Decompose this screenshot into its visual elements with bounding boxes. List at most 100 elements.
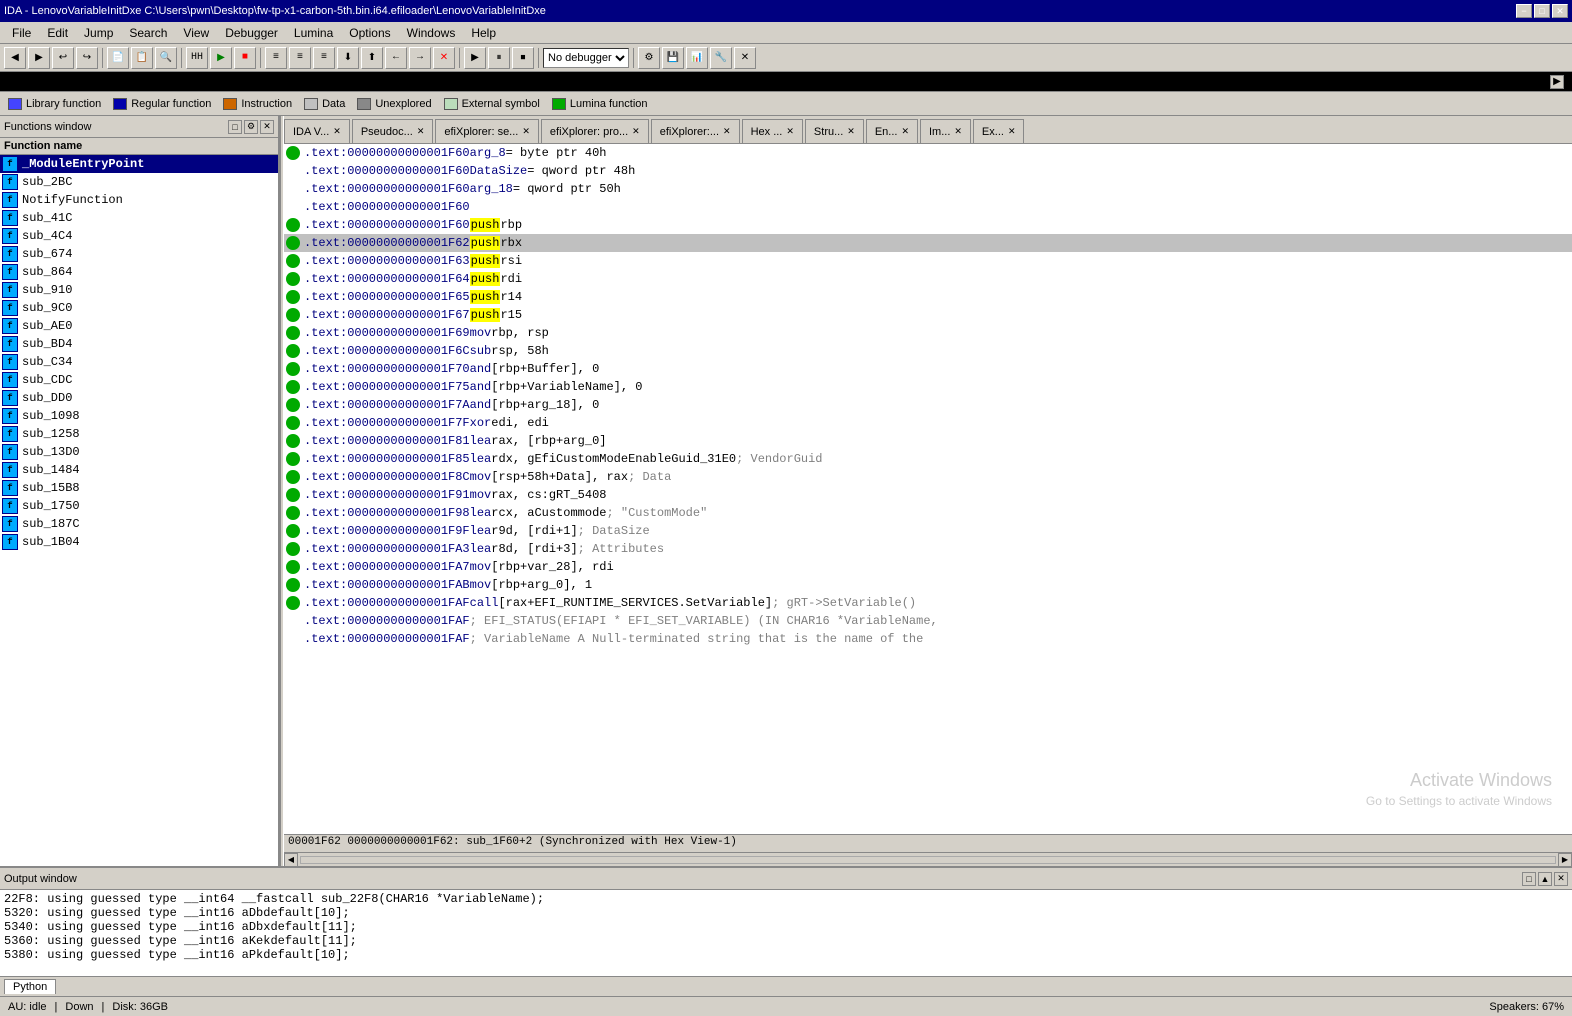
menu-item-edit[interactable]: Edit bbox=[39, 24, 76, 42]
func-item-sub_4c4[interactable]: fsub_4C4 bbox=[0, 227, 278, 245]
toolbar-button-1[interactable]: ◀ bbox=[4, 47, 26, 69]
func-item-sub_15b8[interactable]: fsub_15B8 bbox=[0, 479, 278, 497]
code-view[interactable]: .text:00000000000001F60 arg_8 = byte ptr… bbox=[284, 144, 1572, 834]
functions-list[interactable]: f_ModuleEntryPointfsub_2BCfNotifyFunctio… bbox=[0, 155, 278, 866]
toolbar-button-stop[interactable]: ■ bbox=[234, 47, 256, 69]
toolbar-button-d4[interactable]: 🔧 bbox=[710, 47, 732, 69]
menu-item-search[interactable]: Search bbox=[121, 24, 175, 42]
functions-settings-button[interactable]: ⚙ bbox=[244, 120, 258, 134]
toolbar-button-5[interactable]: 📄 bbox=[107, 47, 129, 69]
tab-0[interactable]: IDA V...✕ bbox=[284, 119, 350, 143]
menu-item-windows[interactable]: Windows bbox=[399, 24, 464, 42]
tab-close-1[interactable]: ✕ bbox=[417, 126, 425, 137]
tab-7[interactable]: En...✕ bbox=[866, 119, 918, 143]
func-item-notifyfunction[interactable]: fNotifyFunction bbox=[0, 191, 278, 209]
menu-item-file[interactable]: File bbox=[4, 24, 39, 42]
toolbar-button-7[interactable]: 🔍 bbox=[155, 47, 177, 69]
tab-close-4[interactable]: ✕ bbox=[723, 126, 731, 137]
func-item-sub_bd4[interactable]: fsub_BD4 bbox=[0, 335, 278, 353]
functions-pin-button[interactable]: □ bbox=[228, 120, 242, 134]
output-close-button[interactable]: ✕ bbox=[1554, 872, 1568, 886]
toolbar-button-d3[interactable]: 📊 bbox=[686, 47, 708, 69]
func-icon: f bbox=[2, 264, 18, 280]
tab-2[interactable]: efiXplorer: se...✕ bbox=[435, 119, 539, 143]
toolbar-button-s3[interactable]: ≡ bbox=[313, 47, 335, 69]
toolbar-button-6[interactable]: 📋 bbox=[131, 47, 153, 69]
func-item-sub_9c0[interactable]: fsub_9C0 bbox=[0, 299, 278, 317]
func-item-sub_910[interactable]: fsub_910 bbox=[0, 281, 278, 299]
toolbar-button-d1[interactable]: ⚙ bbox=[638, 47, 660, 69]
toolbar-button-hex[interactable]: HH bbox=[186, 47, 208, 69]
toolbar-button-run[interactable]: ▶ bbox=[210, 47, 232, 69]
func-item-sub_1484[interactable]: fsub_1484 bbox=[0, 461, 278, 479]
func-item-sub_c34[interactable]: fsub_C34 bbox=[0, 353, 278, 371]
tab-3[interactable]: efiXplorer: pro...✕ bbox=[541, 119, 649, 143]
toolbar-button-s1[interactable]: ≡ bbox=[265, 47, 287, 69]
tab-1[interactable]: Pseudoc...✕ bbox=[352, 119, 434, 143]
output-content[interactable]: 22F8: using guessed type __int64 __fastc… bbox=[0, 890, 1572, 976]
toolbar-button-arrow-l[interactable]: ← bbox=[385, 47, 407, 69]
func-item-sub_13d0[interactable]: fsub_13D0 bbox=[0, 443, 278, 461]
func-item-sub_1b04[interactable]: fsub_1B04 bbox=[0, 533, 278, 551]
tab-close-7[interactable]: ✕ bbox=[901, 126, 909, 137]
tab-close-9[interactable]: ✕ bbox=[1008, 126, 1016, 137]
menu-item-help[interactable]: Help bbox=[463, 24, 504, 42]
func-item-sub_1258[interactable]: fsub_1258 bbox=[0, 425, 278, 443]
nav-scroll-btn[interactable]: ▶ bbox=[1550, 75, 1564, 89]
func-item-sub_864[interactable]: fsub_864 bbox=[0, 263, 278, 281]
tab-6[interactable]: Stru...✕ bbox=[805, 119, 864, 143]
maximize-button[interactable]: □ bbox=[1534, 4, 1550, 18]
tab-close-6[interactable]: ✕ bbox=[847, 126, 855, 137]
close-button[interactable]: ✕ bbox=[1552, 4, 1568, 18]
func-item-sub_1098[interactable]: fsub_1098 bbox=[0, 407, 278, 425]
tab-5[interactable]: Hex ...✕ bbox=[742, 119, 803, 143]
tab-close-0[interactable]: ✕ bbox=[333, 126, 341, 137]
menu-item-options[interactable]: Options bbox=[341, 24, 398, 42]
toolbar-button-4[interactable]: ↪ bbox=[76, 47, 98, 69]
toolbar-button-arrow-r[interactable]: → bbox=[409, 47, 431, 69]
output-restore-button[interactable]: □ bbox=[1522, 872, 1536, 886]
code-line: .text:00000000000001F85 lea rdx, gEfiCus… bbox=[284, 450, 1572, 468]
func-item-sub_41c[interactable]: fsub_41C bbox=[0, 209, 278, 227]
toolbar-button-d5[interactable]: ✕ bbox=[734, 47, 756, 69]
tab-4[interactable]: efiXplorer:...✕ bbox=[651, 119, 740, 143]
menu-item-view[interactable]: View bbox=[175, 24, 217, 42]
func-item-sub_2bc[interactable]: fsub_2BC bbox=[0, 173, 278, 191]
toolbar-button-d2[interactable]: 💾 bbox=[662, 47, 684, 69]
toolbar-button-2[interactable]: ▶ bbox=[28, 47, 50, 69]
func-item-_moduleentrypoint[interactable]: f_ModuleEntryPoint bbox=[0, 155, 278, 173]
func-item-sub_674[interactable]: fsub_674 bbox=[0, 245, 278, 263]
toolbar-button-s2[interactable]: ≡ bbox=[289, 47, 311, 69]
tab-close-8[interactable]: ✕ bbox=[954, 126, 962, 137]
func-item-sub_cdc[interactable]: fsub_CDC bbox=[0, 371, 278, 389]
hscroll-track[interactable] bbox=[300, 856, 1556, 864]
hscroll-left[interactable]: ◀ bbox=[284, 853, 298, 867]
tab-close-3[interactable]: ✕ bbox=[632, 126, 640, 137]
output-maximize-button[interactable]: ▲ bbox=[1538, 872, 1552, 886]
minimize-button[interactable]: − bbox=[1516, 4, 1532, 18]
toolbar-button-debug1[interactable]: ▶ bbox=[464, 47, 486, 69]
tab-8[interactable]: Im...✕ bbox=[920, 119, 971, 143]
func-item-sub_dd0[interactable]: fsub_DD0 bbox=[0, 389, 278, 407]
toolbar-button-debug3[interactable]: ⏹ bbox=[512, 47, 534, 69]
menu-item-debugger[interactable]: Debugger bbox=[217, 24, 286, 42]
debugger-dropdown[interactable]: No debugger bbox=[543, 48, 629, 68]
code-line: .text:00000000000001F67 push r15 bbox=[284, 306, 1572, 324]
functions-close-button[interactable]: ✕ bbox=[260, 120, 274, 134]
toolbar-button-3[interactable]: ↩ bbox=[52, 47, 74, 69]
tab-9[interactable]: Ex...✕ bbox=[973, 119, 1025, 143]
toolbar-button-x[interactable]: ✕ bbox=[433, 47, 455, 69]
func-item-sub_187c[interactable]: fsub_187C bbox=[0, 515, 278, 533]
menu-item-jump[interactable]: Jump bbox=[76, 24, 121, 42]
toolbar-button-s5[interactable]: ⬆ bbox=[361, 47, 383, 69]
tab-close-2[interactable]: ✕ bbox=[522, 126, 530, 137]
menu-item-lumina[interactable]: Lumina bbox=[286, 24, 341, 42]
func-item-sub_1750[interactable]: fsub_1750 bbox=[0, 497, 278, 515]
output-tab-python[interactable]: Python bbox=[4, 979, 56, 994]
code-hscroll[interactable]: ◀ ▶ bbox=[284, 852, 1572, 866]
func-item-sub_ae0[interactable]: fsub_AE0 bbox=[0, 317, 278, 335]
hscroll-right[interactable]: ▶ bbox=[1558, 853, 1572, 867]
toolbar-button-s4[interactable]: ⬇ bbox=[337, 47, 359, 69]
tab-close-5[interactable]: ✕ bbox=[786, 126, 794, 137]
toolbar-button-debug2[interactable]: ⏸ bbox=[488, 47, 510, 69]
